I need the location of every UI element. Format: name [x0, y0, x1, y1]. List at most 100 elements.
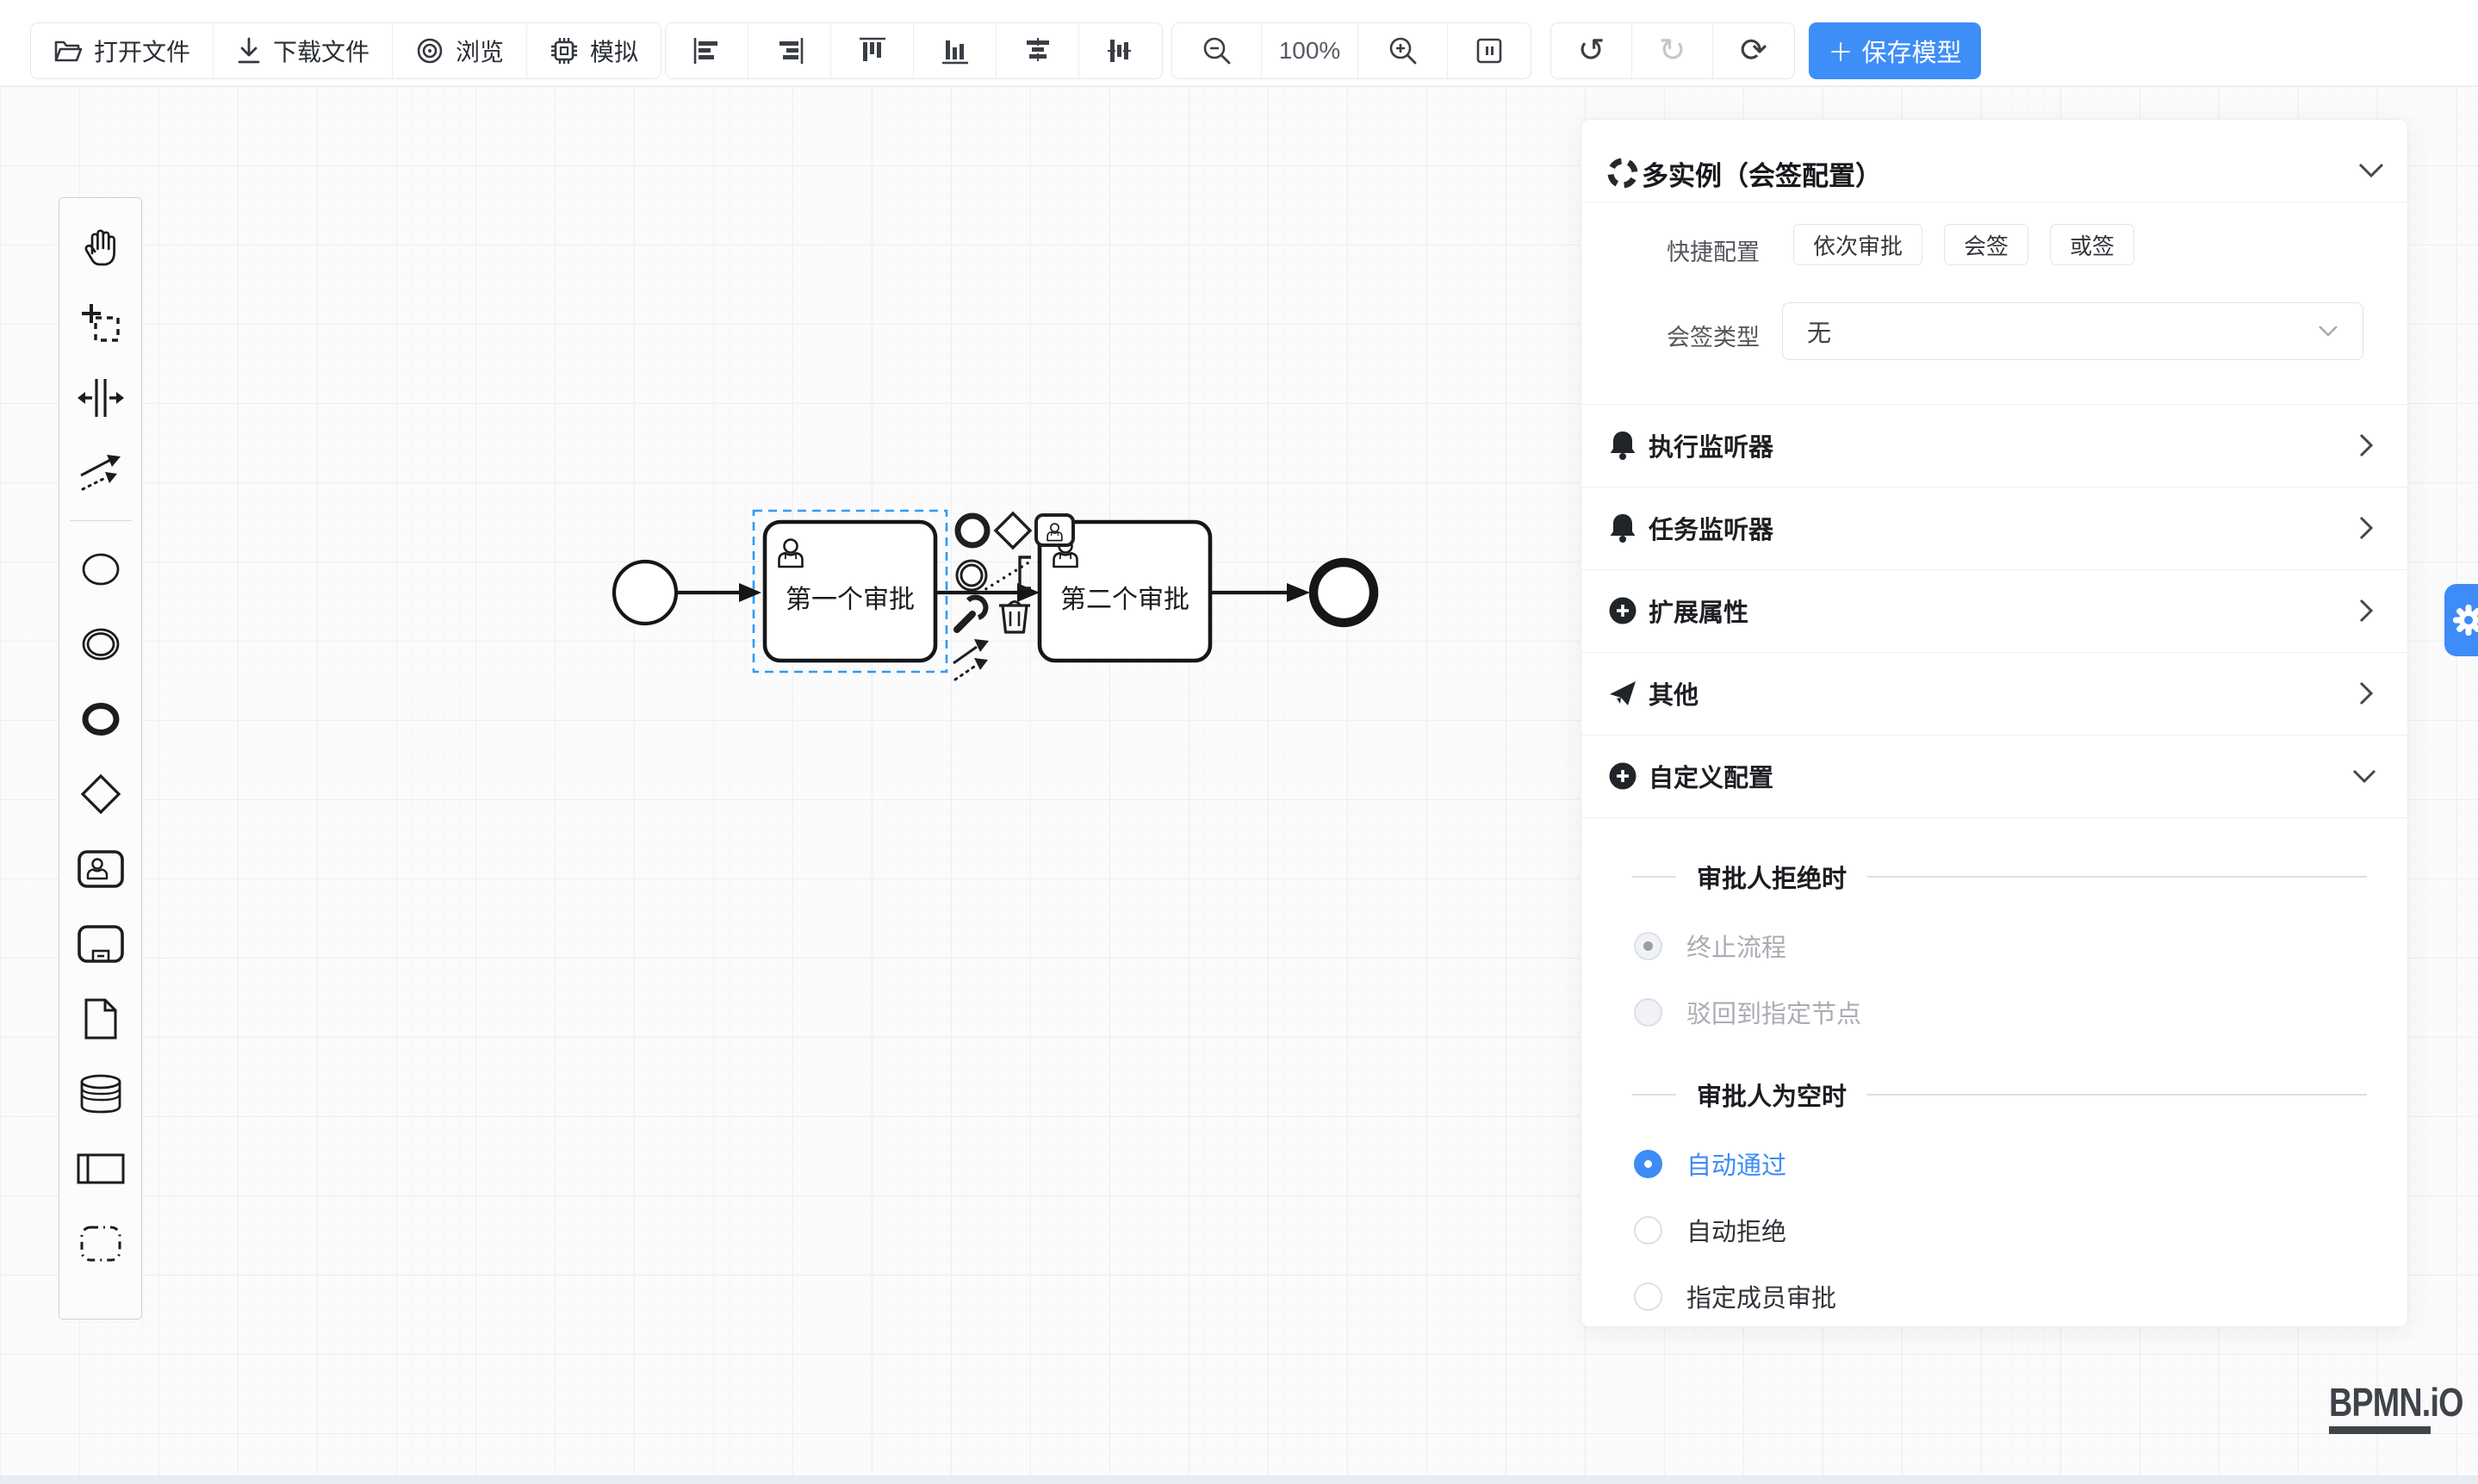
palette-group[interactable] [59, 1206, 142, 1281]
open-file-button[interactable]: 打开文件 [31, 23, 214, 78]
palette-start-event[interactable] [59, 531, 142, 606]
section-custom-config[interactable]: 自定义配置 [1581, 735, 2407, 817]
chip-icon [550, 36, 579, 65]
append-end-event-icon[interactable] [958, 516, 987, 545]
group-icon [78, 1224, 123, 1264]
palette-data-object[interactable] [59, 981, 142, 1056]
delete-trash-icon[interactable] [999, 602, 1030, 633]
radio-return-to-node[interactable]: 驳回到指定节点 [1634, 993, 1861, 1031]
align-left-icon [692, 37, 722, 65]
arrowhead [739, 583, 761, 602]
intermediate-event-icon [78, 622, 123, 667]
collapse-chevron-icon[interactable] [2358, 163, 2384, 178]
panel-title: 多实例（会签配置） [1642, 154, 1882, 193]
quick-option-orsign-button[interactable]: 或签 [2050, 224, 2134, 265]
settings-tab[interactable] [2444, 584, 2478, 656]
section-other[interactable]: 其他 [1581, 652, 2407, 735]
palette-data-store[interactable] [59, 1056, 142, 1131]
bottom-strip [0, 1475, 2478, 1484]
align-bottom-button[interactable] [914, 23, 997, 78]
radio-icon [1634, 1150, 1662, 1178]
radio-auto-pass[interactable]: 自动通过 [1634, 1145, 1786, 1183]
undo-button[interactable]: ↺ [1551, 23, 1632, 78]
plus-circle-icon [1608, 596, 1637, 625]
plus-circle-icon [1608, 761, 1637, 791]
sign-type-select[interactable]: 无 [1782, 302, 2363, 360]
subprocess-icon [77, 924, 125, 964]
align-right-button[interactable] [748, 23, 831, 78]
connect-arrows-icon [78, 451, 124, 494]
align-center-horizontal-button[interactable] [997, 23, 1079, 78]
download-file-button[interactable]: 下载文件 [214, 23, 393, 78]
task2-label: 第二个审批 [1060, 586, 1189, 614]
radio-auto-reject[interactable]: 自动拒绝 [1634, 1211, 1786, 1249]
save-model-button[interactable]: ＋ 保存模型 [1809, 22, 1981, 79]
quick-option-countersign-button[interactable]: 会签 [1944, 224, 2028, 265]
palette-end-event[interactable] [59, 681, 142, 756]
palette-user-task[interactable] [59, 831, 142, 906]
global-connect-tool[interactable] [59, 435, 142, 510]
radio-terminate-process[interactable]: 终止流程 [1634, 927, 1786, 965]
connect-tool-icon[interactable] [953, 639, 989, 680]
radio-icon [1634, 1216, 1662, 1245]
space-tool[interactable] [59, 360, 142, 435]
append-text-annotation-icon[interactable] [1020, 557, 1031, 588]
plus-icon: ＋ [1828, 33, 1853, 69]
zoom-level[interactable]: 100% [1262, 23, 1358, 78]
zoom-out-button[interactable] [1172, 23, 1262, 78]
align-left-button[interactable] [666, 23, 748, 78]
chevron-right-icon [2359, 516, 2373, 540]
tool-palette [59, 197, 142, 1319]
end-event-icon [78, 697, 123, 742]
radio-designated-member[interactable]: 指定成员审批 [1634, 1277, 1836, 1315]
divider [1581, 817, 2407, 818]
chevron-right-icon [2359, 681, 2373, 705]
quick-config-buttons: 依次审批 会签 或签 [1793, 224, 2134, 265]
chevron-right-icon [2359, 599, 2373, 623]
section-task-listener[interactable]: 任务监听器 [1581, 487, 2407, 569]
align-center-vertical-icon [1107, 36, 1134, 65]
section-execution-listener[interactable]: 执行监听器 [1581, 404, 2407, 487]
reset-button[interactable]: ⟳ [1713, 23, 1794, 78]
eye-icon [415, 37, 444, 65]
change-type-wrench-icon[interactable] [957, 598, 985, 630]
align-top-button[interactable] [831, 23, 914, 78]
align-center-vertical-button[interactable] [1079, 23, 1162, 78]
browse-label: 浏览 [456, 34, 504, 68]
space-tool-icon [77, 377, 125, 419]
end-event[interactable] [1314, 562, 1374, 623]
palette-intermediate-event[interactable] [59, 606, 142, 681]
bell-icon [1609, 430, 1636, 461]
palette-subprocess[interactable] [59, 906, 142, 981]
start-event[interactable] [614, 562, 676, 624]
redo-button[interactable]: ↻ [1632, 23, 1713, 78]
append-gateway-icon[interactable] [996, 513, 1030, 548]
fit-viewport-icon [1475, 36, 1504, 65]
bpmn-io-logo: BPMN.iO [2329, 1379, 2478, 1434]
gateway-icon [78, 772, 123, 817]
palette-participant-pool[interactable] [59, 1131, 142, 1206]
align-button-group [665, 22, 1163, 79]
arrowhead [1287, 583, 1310, 602]
palette-gateway[interactable] [59, 756, 142, 831]
sign-type-label: 会签类型 [1581, 319, 1760, 352]
undo-icon: ↺ [1578, 34, 1605, 67]
properties-panel: 多实例（会签配置） 快捷配置 依次审批 会签 或签 会签类型 无 执行监听器 任… [1581, 119, 2408, 1327]
logo-underline [2329, 1426, 2431, 1434]
hand-tool[interactable] [59, 210, 142, 285]
zoom-button-group: 100% [1171, 22, 1531, 79]
align-center-horizontal-icon [1023, 37, 1053, 65]
section-extension-properties[interactable]: 扩展属性 [1581, 569, 2407, 652]
append-user-task-icon[interactable] [1036, 515, 1073, 545]
zoom-in-icon [1388, 36, 1418, 65]
sign-type-value: 无 [1807, 314, 1831, 349]
browse-button[interactable]: 浏览 [393, 23, 527, 78]
simulate-button[interactable]: 模拟 [527, 23, 661, 78]
gear-icon [2451, 603, 2478, 637]
zoom-in-button[interactable] [1358, 23, 1448, 78]
quick-config-label: 快捷配置 [1581, 233, 1760, 267]
fit-viewport-button[interactable] [1448, 23, 1531, 78]
bpmn-editor-app: 打开文件 下载文件 浏览 模拟 [0, 0, 2478, 1484]
quick-option-sequential-button[interactable]: 依次审批 [1793, 224, 1922, 265]
lasso-tool[interactable] [59, 285, 142, 360]
